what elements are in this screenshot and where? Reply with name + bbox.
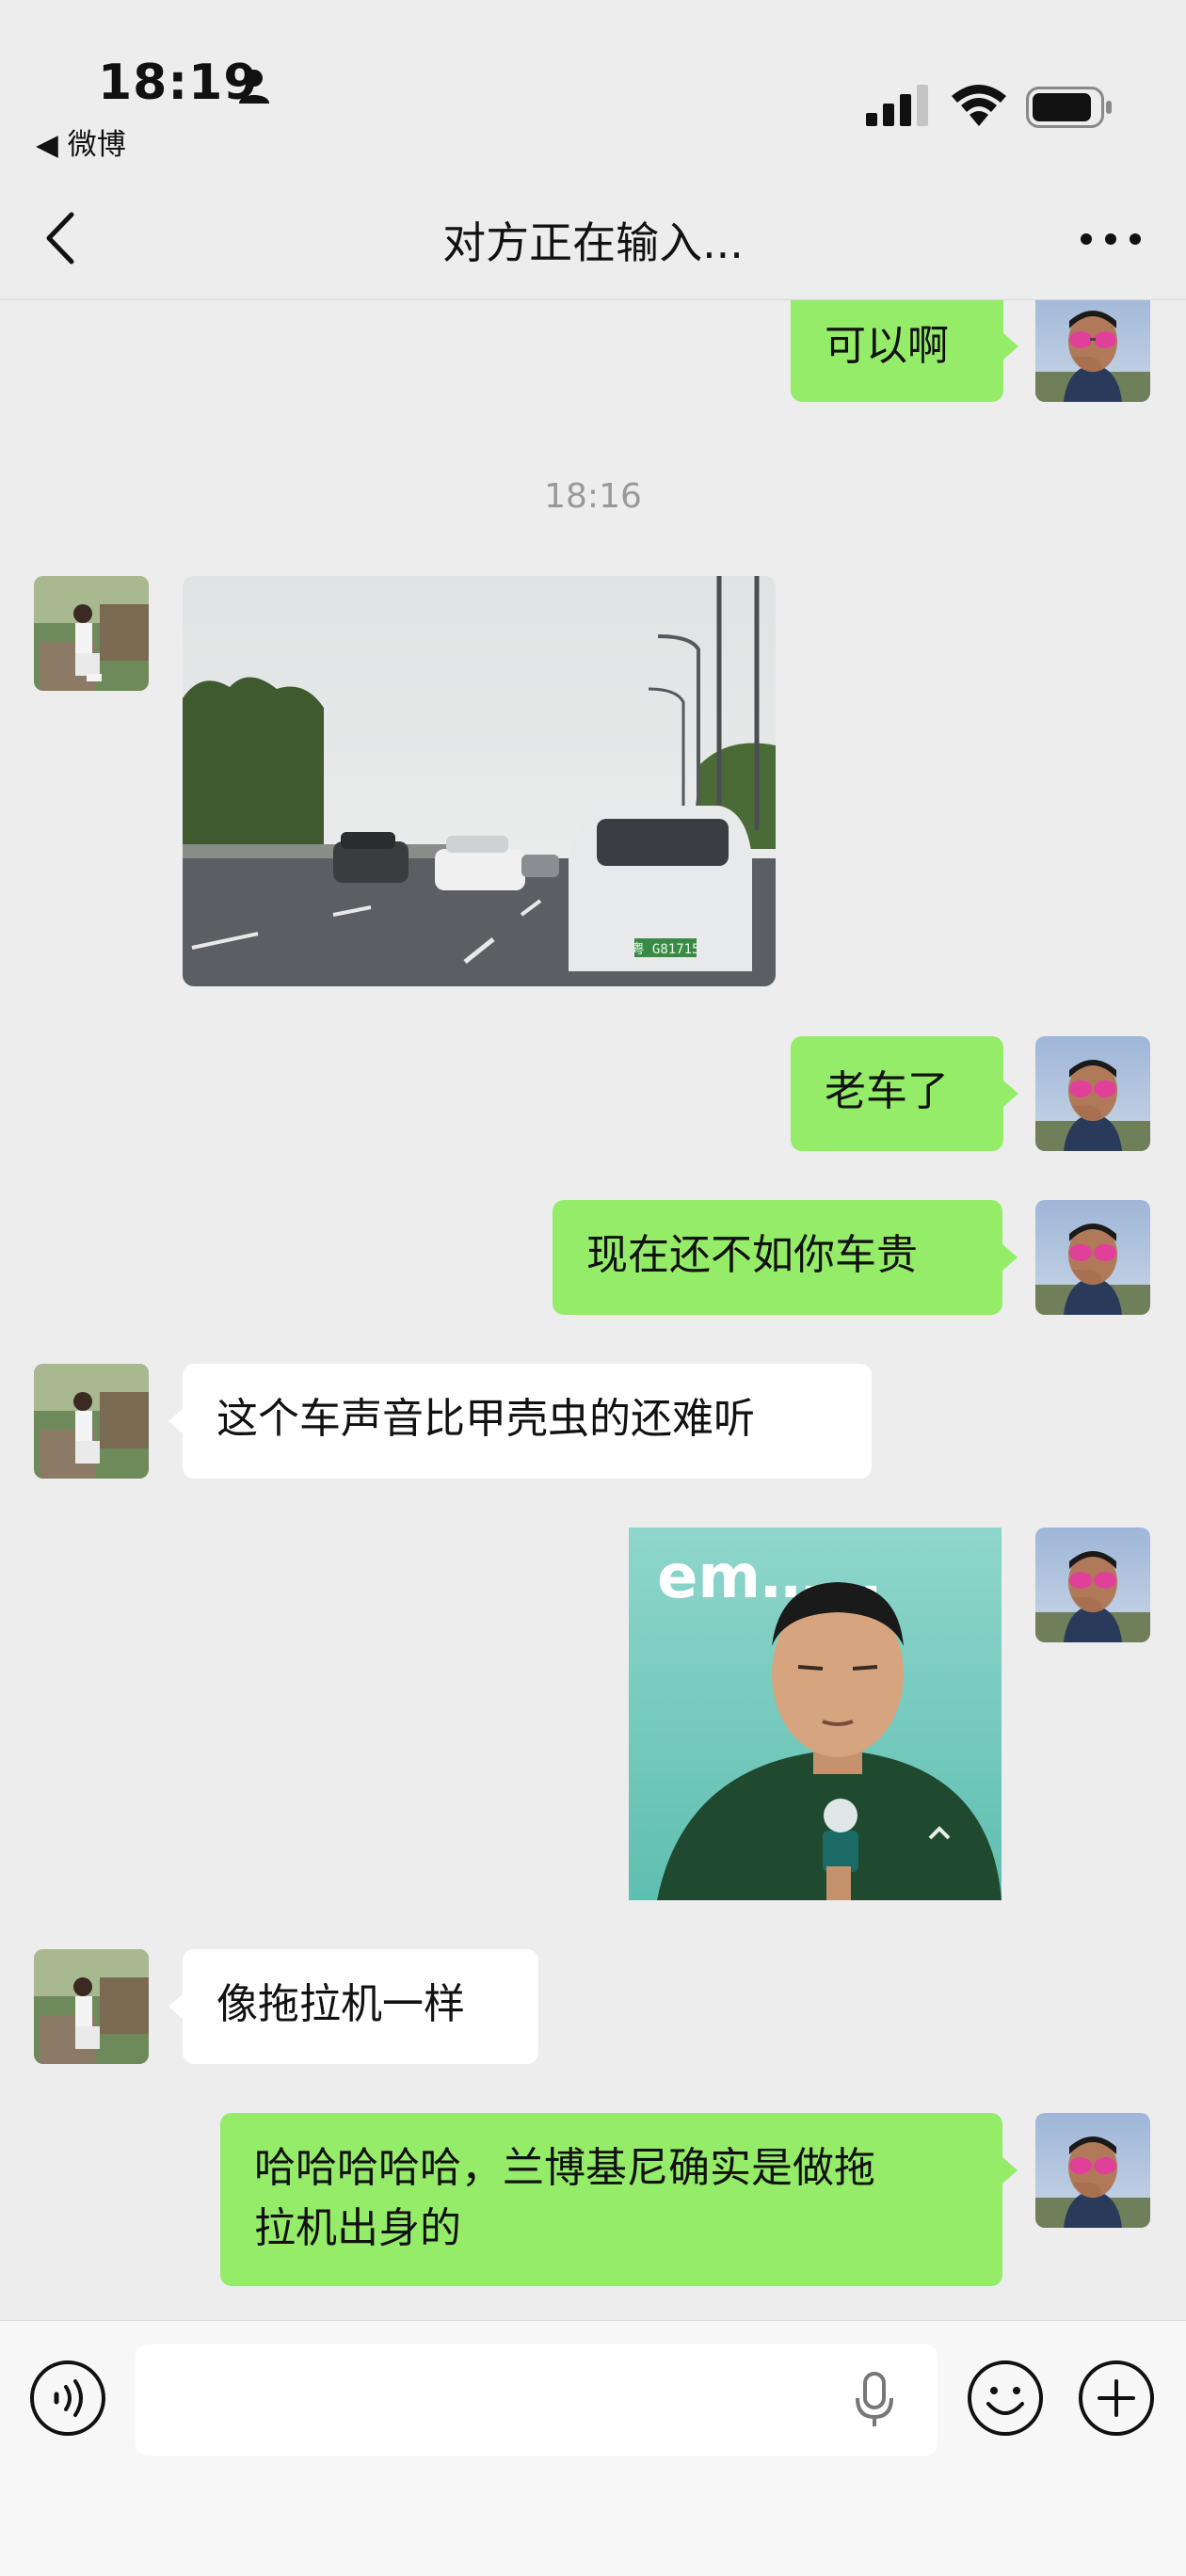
bubble-tail bbox=[1002, 2157, 1018, 2184]
car-photo[interactable]: 粤 G81715 bbox=[183, 576, 776, 986]
chat-title: 对方正在输入... bbox=[442, 217, 744, 268]
plus-icon[interactable] bbox=[1077, 2359, 1156, 2438]
message-bubble-sent[interactable]: 老车了 bbox=[791, 1036, 1003, 1151]
more-horizontal-icon[interactable] bbox=[1073, 222, 1148, 256]
message-input[interactable] bbox=[136, 2344, 938, 2456]
battery-icon bbox=[1026, 87, 1112, 128]
mic-icon[interactable] bbox=[851, 2370, 898, 2430]
contact-avatar[interactable] bbox=[34, 1364, 149, 1479]
timestamp: 18:16 bbox=[544, 477, 642, 516]
my-avatar[interactable] bbox=[1035, 1528, 1150, 1642]
message-bubble-received[interactable]: 像拖拉机一样 bbox=[183, 1949, 538, 2064]
wifi-icon bbox=[952, 85, 1006, 126]
bubble-tail bbox=[1002, 1244, 1018, 1271]
bubble-tail bbox=[168, 1408, 184, 1434]
my-avatar[interactable] bbox=[1035, 2113, 1150, 2228]
message-bubble-received[interactable]: 这个车声音比甲壳虫的还难听 bbox=[183, 1364, 872, 1479]
cellular-signal-icon bbox=[866, 85, 928, 126]
my-avatar[interactable] bbox=[1035, 1200, 1150, 1315]
input-bar bbox=[0, 2320, 1186, 2576]
sticker-image[interactable]: em…… bbox=[629, 1528, 1002, 1900]
my-avatar[interactable] bbox=[1035, 1036, 1150, 1151]
bubble-tail bbox=[1003, 333, 1018, 360]
contact-avatar[interactable] bbox=[34, 576, 149, 691]
message-line: 拉机出身的 bbox=[254, 2204, 461, 2252]
voice-icon[interactable] bbox=[28, 2359, 107, 2438]
bubble-tail bbox=[1003, 1080, 1018, 1107]
message-bubble-sent[interactable]: 可以啊 bbox=[791, 300, 1003, 402]
my-avatar[interactable] bbox=[1035, 300, 1150, 402]
emoji-icon[interactable] bbox=[966, 2359, 1045, 2438]
back-to-app-link[interactable]: ◀ 微博 bbox=[36, 120, 126, 163]
message-bubble-sent[interactable]: 现在还不如你车贵 bbox=[553, 1200, 1002, 1315]
person-icon bbox=[239, 70, 269, 104]
contact-avatar[interactable] bbox=[34, 1949, 149, 2064]
chat-message-list[interactable]: 可以啊 18:16 粤 G81715 老车了 现在还不如你车贵 这个车声音比甲壳… bbox=[0, 300, 1186, 2320]
bubble-tail bbox=[168, 1993, 184, 2020]
status-time: 18:19 bbox=[98, 55, 259, 111]
message-line: 哈哈哈哈哈，兰博基尼确实是做拖 bbox=[254, 2144, 875, 2192]
message-bubble-sent[interactable]: 哈哈哈哈哈，兰博基尼确实是做拖 拉机出身的 bbox=[220, 2113, 1002, 2286]
license-plate: 粤 G81715 bbox=[631, 942, 699, 957]
